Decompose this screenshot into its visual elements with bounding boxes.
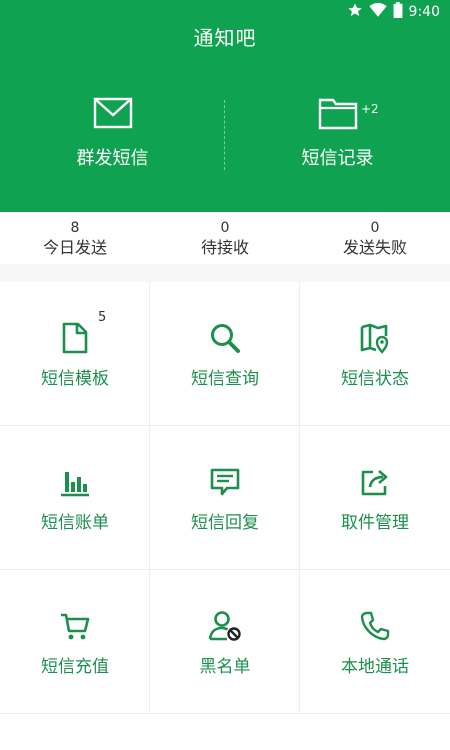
menu-label: 短信充值 — [41, 657, 109, 677]
menu-label: 黑名单 — [199, 657, 251, 677]
menu-label: 短信状态 — [341, 369, 409, 389]
stat-label: 待接收 — [200, 238, 249, 257]
menu-sms-recharge[interactable]: 短信充值 — [0, 570, 150, 714]
app-title: 通知吧 — [193, 26, 257, 50]
map-book-icon — [300, 322, 450, 354]
feature-grid: 5 短信模板 短信查询 短信状态 短信账单 短信回复 取件管理 短信充值 黑名单… — [0, 282, 450, 750]
menu-label: 短信查询 — [191, 369, 259, 389]
menu-label: 短信账单 — [41, 513, 109, 533]
menu-sms-template[interactable]: 5 短信模板 — [0, 282, 150, 426]
stat-value: 0 — [370, 220, 380, 236]
menu-label: 短信回复 — [191, 513, 259, 533]
share-export-icon — [300, 466, 450, 498]
stat-sent-today[interactable]: 8 今日发送 — [0, 220, 150, 259]
stat-label: 今日发送 — [42, 238, 107, 257]
stat-pending[interactable]: 0 待接收 — [150, 220, 300, 259]
menu-label: 短信模板 — [41, 369, 109, 389]
stats-bar: 8 今日发送 0 待接收 0 发送失败 — [0, 212, 450, 264]
status-time: 9:40 — [408, 4, 440, 20]
menu-blacklist[interactable]: 黑名单 — [150, 570, 300, 714]
sms-records-button[interactable]: 短信记录 — [225, 96, 450, 176]
menu-sms-query[interactable]: 短信查询 — [150, 282, 300, 426]
wifi-icon — [368, 2, 387, 22]
shopping-cart-icon — [0, 610, 150, 642]
status-bar: 9:40 — [0, 0, 450, 24]
battery-icon — [393, 2, 403, 22]
menu-pickup-management[interactable]: 取件管理 — [300, 426, 450, 570]
search-icon — [150, 322, 300, 354]
app-screen: 通知吧 群发短信 短信记录 +2 9:40 8 今日发送 0 待接收 0 发送失… — [0, 0, 450, 750]
envelope-icon — [0, 96, 225, 134]
menu-sms-reply[interactable]: 短信回复 — [150, 426, 300, 570]
star-icon — [347, 2, 363, 22]
stat-label: 发送失败 — [342, 238, 407, 257]
template-badge: 5 — [98, 310, 107, 325]
bar-chart-icon — [0, 466, 150, 498]
menu-sms-bill[interactable]: 短信账单 — [0, 426, 150, 570]
menu-local-call[interactable]: 本地通话 — [300, 570, 450, 714]
menu-label: 取件管理 — [341, 513, 409, 533]
menu-sms-status[interactable]: 短信状态 — [300, 282, 450, 426]
folder-icon — [225, 96, 450, 134]
stat-failed[interactable]: 0 发送失败 — [300, 220, 450, 259]
records-badge: +2 — [361, 102, 379, 116]
menu-label: 本地通话 — [341, 657, 409, 677]
header: 通知吧 群发短信 短信记录 +2 — [0, 0, 450, 212]
group-send-label: 群发短信 — [76, 148, 149, 169]
document-icon — [0, 322, 150, 354]
sms-records-label: 短信记录 — [301, 148, 374, 169]
group-send-button[interactable]: 群发短信 — [0, 96, 225, 176]
stat-value: 0 — [220, 220, 230, 236]
chat-message-icon — [150, 466, 300, 498]
stat-value: 8 — [70, 220, 80, 236]
phone-icon — [300, 610, 450, 642]
blocked-user-icon — [150, 610, 300, 642]
